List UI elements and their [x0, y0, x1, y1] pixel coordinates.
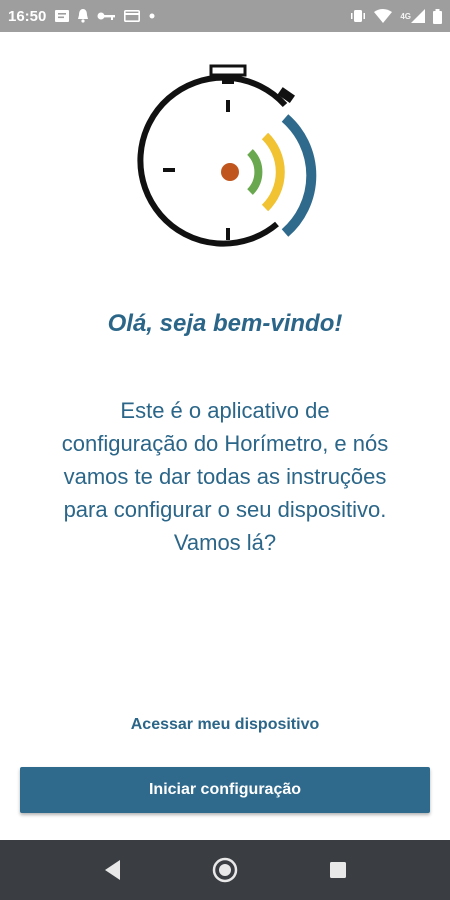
- navigation-bar: [0, 840, 450, 900]
- cell-signal-icon: 4G: [400, 9, 425, 23]
- welcome-line: Vamos lá?: [173, 530, 277, 555]
- welcome-line: para configurar o seu dispositivo.: [63, 497, 387, 522]
- status-right: 4G: [350, 8, 442, 24]
- tick-left: [163, 168, 175, 172]
- key-icon: [97, 11, 116, 21]
- message-icon: [55, 10, 70, 22]
- welcome-message: Este é o aplicativo de configuração do H…: [15, 394, 435, 559]
- tick-top: [226, 100, 230, 112]
- welcome-title: Olá, seja bem-vindo!: [107, 310, 343, 337]
- status-left: 16:50: [8, 8, 155, 25]
- wave-arc-green: [247, 149, 263, 195]
- dot-icon: [149, 13, 155, 19]
- center-dot: [221, 163, 239, 181]
- wave-arc-blue: [281, 114, 317, 237]
- network-type-label: 4G: [400, 11, 411, 21]
- wave-arc-yellow: [261, 132, 285, 212]
- back-icon[interactable]: [100, 857, 126, 883]
- tick-bottom: [226, 228, 230, 240]
- horimeter-logo: [125, 60, 325, 270]
- wifi-icon: [374, 9, 393, 23]
- stopwatch-ring: [137, 74, 288, 247]
- card-icon: [124, 10, 141, 22]
- home-icon[interactable]: [212, 857, 238, 883]
- vibrate-icon: [350, 9, 366, 23]
- status-bar: 16:50 4G: [0, 0, 450, 32]
- notification-icon: [78, 9, 89, 23]
- status-time: 16:50: [8, 7, 47, 25]
- recent-apps-icon[interactable]: [325, 857, 351, 883]
- battery-icon: [433, 8, 442, 24]
- stopwatch-crown: [209, 64, 247, 77]
- welcome-line: Este é o aplicativo de: [120, 398, 330, 423]
- welcome-line: vamos te dar todas as instruções: [63, 464, 387, 489]
- welcome-line: configuração do Horímetro, e nós: [61, 431, 389, 456]
- start-configuration-button[interactable]: Iniciar configuração: [20, 767, 430, 813]
- access-device-link[interactable]: Acessar meu dispositivo: [0, 716, 450, 734]
